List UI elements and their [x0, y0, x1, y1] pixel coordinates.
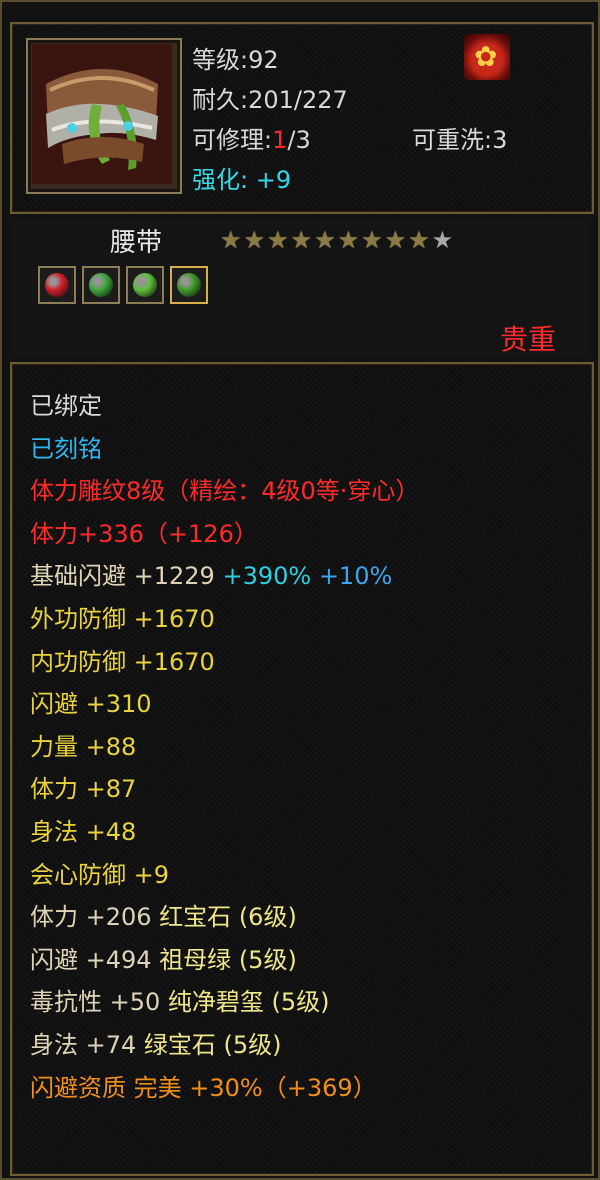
- emerald-gem-icon: [89, 273, 113, 297]
- property-text: 毒抗性 +50: [30, 988, 168, 1017]
- property-line: 体力雕纹8级（精绘：4级0等·穿心）: [30, 471, 419, 506]
- property-text: 绿宝石 (5级): [143, 1031, 282, 1059]
- property-text: +390%: [222, 562, 319, 591]
- property-text: 力量 +88: [30, 732, 137, 761]
- property-line: 力量 +88: [30, 727, 136, 762]
- property-line: 内功防御 +1670: [30, 642, 215, 677]
- green-gem-icon: [133, 273, 157, 297]
- jade-gem-icon: [177, 273, 201, 297]
- property-line: 体力+336（+126）: [30, 514, 258, 549]
- enhance-stat: 强化: +9: [192, 160, 291, 195]
- star-filled-icon: ★: [408, 226, 432, 254]
- property-line: 会心防御 +9: [30, 855, 169, 890]
- property-line: 身法 +48: [30, 812, 136, 847]
- gem-slot[interactable]: [170, 266, 208, 304]
- star-filled-icon: ★: [243, 226, 268, 254]
- property-line: 已刻铭: [30, 429, 102, 464]
- star-filled-icon: ★: [337, 226, 362, 254]
- property-text: 身法 +74: [30, 1031, 144, 1059]
- property-line: 体力 +206 红宝石 (6级): [30, 897, 297, 932]
- item-properties-panel: 已绑定已刻铭体力雕纹8级（精绘：4级0等·穿心） 体力+336（+126） 基础闪避…: [10, 362, 594, 1176]
- star-empty-icon: ★: [431, 226, 456, 254]
- gem-slot[interactable]: [126, 266, 164, 304]
- item-type-label: 腰带: [110, 228, 163, 258]
- property-line: 已绑定: [30, 386, 102, 421]
- property-text: 红宝石 (6级): [159, 903, 297, 932]
- property-line: 基础闪避 +1229 +390% +10%: [30, 556, 392, 591]
- quality-label: 贵重: [499, 323, 556, 356]
- item-icon-slot[interactable]: [26, 38, 182, 194]
- property-line: 体力 +87: [30, 769, 136, 804]
- enhance-value: +9: [255, 166, 292, 194]
- property-line: 闪避 +310: [30, 684, 152, 719]
- rewash-stat: 可重洗:3: [412, 126, 508, 154]
- level-stat: 等级:92: [192, 46, 279, 74]
- star-filled-icon: ★: [384, 226, 409, 254]
- gem-slots: [38, 266, 208, 304]
- star-filled-icon: ★: [314, 226, 338, 254]
- property-text: 闪避 +310: [30, 690, 152, 719]
- belt-icon: [32, 44, 172, 184]
- property-text: 闪避 +494: [30, 945, 160, 974]
- item-summary-panel: 腰带 ★★★★★★★★★★ 贵重: [10, 218, 590, 358]
- repair-label: 可修理: [192, 126, 264, 154]
- rewash-label: 可重洗: [412, 126, 484, 154]
- property-text: 体力雕纹8级（精绘：4级0等·穿心）: [30, 477, 420, 506]
- repair-current: 1: [272, 126, 288, 154]
- star-filled-icon: ★: [290, 226, 315, 254]
- rewash-value: 3: [492, 126, 508, 154]
- property-text: 纯净碧玺 (5级): [167, 988, 330, 1017]
- property-text: 基础闪避 +1229: [30, 562, 223, 591]
- flame-emblem-icon: ✿: [464, 34, 510, 80]
- property-text: 体力 +206: [30, 903, 160, 932]
- enhance-label: 强化:: [192, 166, 249, 194]
- star-filled-icon: ★: [267, 226, 291, 254]
- property-line: 外功防御 +1670: [30, 599, 215, 634]
- property-line: 闪避 +494 祖母绿 (5级): [30, 940, 297, 975]
- gem-slot[interactable]: [38, 266, 76, 304]
- star-filled-icon: ★: [361, 226, 385, 254]
- property-text: 闪避资质 完美 +30%（+369）: [30, 1073, 377, 1102]
- property-text: 身法 +48: [30, 818, 137, 846]
- item-header-panel: 等级:92 耐久:201/227 可修理:1/3 可重洗:3 强化: +9 ✿: [10, 22, 594, 214]
- property-line: 身法 +74 绿宝石 (5级): [30, 1025, 282, 1060]
- repair-stat: 可修理:1/3: [192, 126, 311, 154]
- property-text: 体力+336（+126）: [30, 519, 258, 548]
- property-text: +10%: [318, 562, 393, 591]
- ruby-gem-icon: [45, 273, 69, 297]
- durability-value: 201/227: [248, 86, 348, 114]
- property-text: 已刻铭: [30, 434, 102, 463]
- repair-max: /3: [287, 126, 311, 154]
- property-text: 体力 +87: [30, 775, 137, 804]
- star-filled-icon: ★: [220, 226, 244, 254]
- property-text: 会心防御 +9: [30, 860, 170, 889]
- level-label: 等级: [192, 46, 240, 74]
- gem-slot[interactable]: [82, 266, 120, 304]
- property-line: 毒抗性 +50 纯净碧玺 (5级): [30, 982, 330, 1017]
- property-line: 闪避资质 完美 +30%（+369）: [30, 1068, 377, 1103]
- property-text: 内功防御 +1670: [30, 647, 215, 676]
- property-text: 祖母绿 (5级): [159, 945, 297, 974]
- durability-label: 耐久: [192, 86, 240, 114]
- level-value: 92: [248, 46, 279, 74]
- property-text: 已绑定: [30, 392, 102, 420]
- star-rating: ★★★★★★★★★★: [220, 226, 455, 254]
- property-text: 外功防御 +1670: [30, 605, 215, 633]
- durability-stat: 耐久:201/227: [192, 86, 348, 114]
